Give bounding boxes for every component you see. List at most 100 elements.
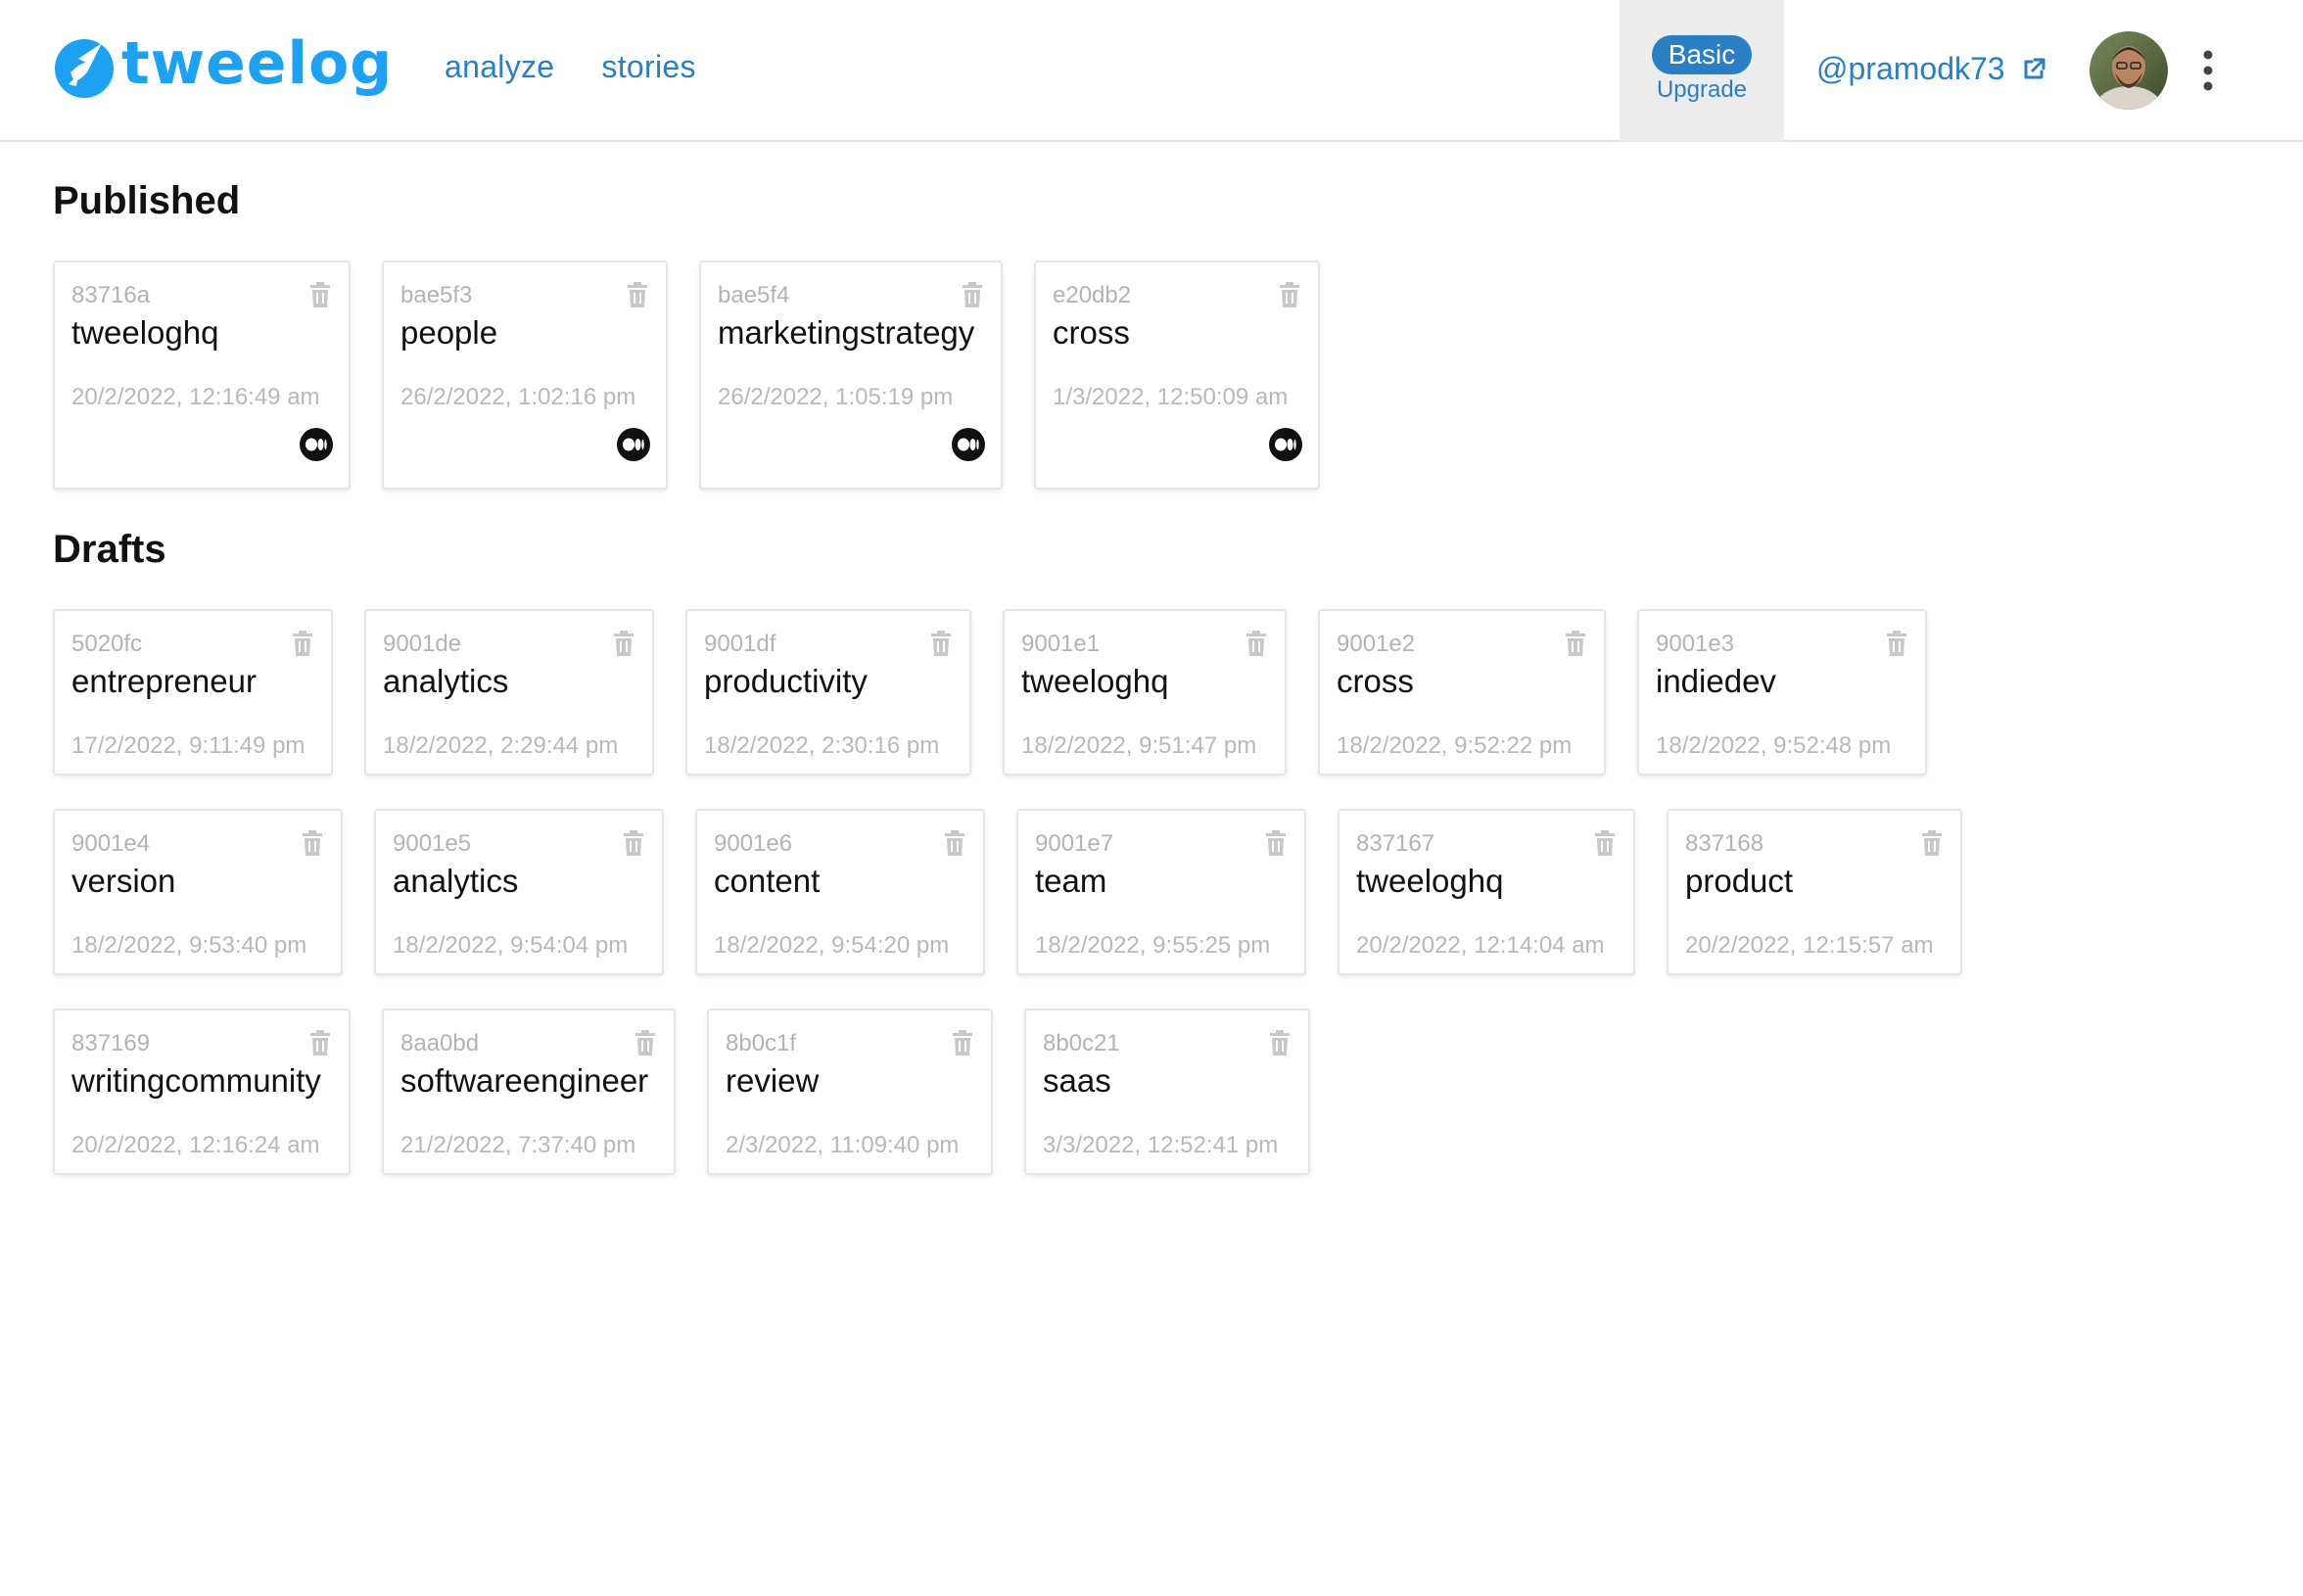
card-hashtag: review	[726, 1062, 820, 1099]
trash-icon[interactable]	[930, 631, 952, 656]
card-id: 8b0c1f	[726, 1030, 797, 1056]
card-date: 1/3/2022, 12:50:09 am	[1053, 384, 1289, 410]
card-date: 18/2/2022, 2:30:16 pm	[704, 732, 940, 759]
draft-card[interactable]: 5020fc entrepreneur 17/2/2022, 9:11:49 p…	[53, 609, 333, 775]
logo[interactable]: tweelog	[51, 27, 393, 106]
trash-icon[interactable]	[292, 631, 313, 656]
medium-icon[interactable]	[1269, 428, 1302, 461]
avatar[interactable]	[2090, 31, 2168, 110]
logo-text: tweelog	[121, 29, 394, 98]
card-id: 83716a	[71, 282, 151, 308]
external-link-icon	[2024, 58, 2045, 78]
medium-icon[interactable]	[300, 428, 333, 461]
top-nav: tweelog analyze stories Basic Upgrade @p…	[0, 0, 2303, 142]
card-hashtag: people	[400, 314, 498, 351]
trash-icon[interactable]	[1269, 1030, 1291, 1056]
published-card[interactable]: bae5f4 marketingstrategy 26/2/2022, 1:05…	[699, 260, 1003, 490]
card-hashtag: tweeloghq	[1021, 663, 1169, 699]
trash-icon[interactable]	[623, 830, 644, 856]
draft-card[interactable]: 9001df productivity 18/2/2022, 2:30:16 p…	[685, 609, 971, 775]
card-hashtag: productivity	[704, 663, 868, 699]
twitter-handle-link[interactable]: @pramodk73	[1816, 51, 2046, 87]
published-card[interactable]: 83716a tweeloghq 20/2/2022, 12:16:49 am	[53, 260, 351, 490]
more-vertical-icon[interactable]	[2193, 49, 2223, 92]
card-date: 3/3/2022, 12:52:41 pm	[1043, 1132, 1279, 1158]
published-card[interactable]: e20db2 cross 1/3/2022, 12:50:09 am	[1034, 260, 1320, 490]
trash-icon[interactable]	[627, 282, 648, 307]
card-date: 18/2/2022, 9:53:40 pm	[71, 932, 307, 959]
card-hashtag: entrepreneur	[71, 663, 257, 699]
medium-icon[interactable]	[617, 428, 650, 461]
card-id: 5020fc	[71, 631, 143, 657]
draft-card[interactable]: 9001e6 content 18/2/2022, 9:54:20 pm	[695, 809, 985, 975]
card-id: 8aa0bd	[400, 1030, 480, 1056]
trash-icon[interactable]	[962, 282, 983, 307]
card-hashtag: writingcommunity	[71, 1062, 321, 1099]
trash-icon[interactable]	[309, 282, 331, 307]
draft-card[interactable]: 9001e1 tweeloghq 18/2/2022, 9:51:47 pm	[1003, 609, 1287, 775]
card-id: 837167	[1356, 830, 1435, 857]
draft-card[interactable]: 9001de analytics 18/2/2022, 2:29:44 pm	[364, 609, 654, 775]
draft-card[interactable]: 9001e5 analytics 18/2/2022, 9:54:04 pm	[374, 809, 664, 975]
card-id: 9001e3	[1656, 631, 1735, 657]
card-hashtag: cross	[1053, 314, 1130, 351]
draft-card[interactable]: 8b0c1f review 2/3/2022, 11:09:40 pm	[707, 1009, 993, 1175]
card-hashtag: marketingstrategy	[718, 314, 975, 351]
draft-card[interactable]: 9001e7 team 18/2/2022, 9:55:25 pm	[1016, 809, 1306, 975]
trash-icon[interactable]	[1565, 631, 1586, 656]
card-hashtag: product	[1685, 863, 1794, 899]
published-heading: Published	[53, 179, 241, 222]
nav-stories[interactable]: stories	[601, 49, 695, 85]
card-id: 9001e4	[71, 830, 151, 857]
draft-card[interactable]: 837168 product 20/2/2022, 12:15:57 am	[1667, 809, 1962, 975]
trash-icon[interactable]	[1886, 631, 1907, 656]
published-card[interactable]: bae5f3 people 26/2/2022, 1:02:16 pm	[382, 260, 668, 490]
draft-card[interactable]: 9001e3 indiedev 18/2/2022, 9:52:48 pm	[1637, 609, 1927, 775]
trash-icon[interactable]	[1594, 830, 1616, 856]
trash-icon[interactable]	[944, 830, 965, 856]
trash-icon[interactable]	[309, 1030, 331, 1056]
trash-icon[interactable]	[613, 631, 634, 656]
card-date: 26/2/2022, 1:05:19 pm	[718, 384, 954, 410]
trash-icon[interactable]	[1921, 830, 1943, 856]
card-hashtag: team	[1035, 863, 1107, 899]
nav-analyze[interactable]: analyze	[445, 49, 554, 85]
card-id: 9001e7	[1035, 830, 1114, 857]
draft-card[interactable]: 837167 tweeloghq 20/2/2022, 12:14:04 am	[1338, 809, 1635, 975]
trash-icon[interactable]	[634, 1030, 656, 1056]
trash-icon[interactable]	[1265, 830, 1287, 856]
card-date: 18/2/2022, 9:52:48 pm	[1656, 732, 1892, 759]
plan-box[interactable]: Basic Upgrade	[1620, 0, 1784, 142]
draft-card[interactable]: 9001e4 version 18/2/2022, 9:53:40 pm	[53, 809, 343, 975]
card-hashtag: content	[714, 863, 821, 899]
card-id: 9001e5	[393, 830, 472, 857]
upgrade-link[interactable]: Upgrade	[1620, 76, 1784, 104]
card-id: bae5f3	[400, 282, 473, 308]
card-id: 837168	[1685, 830, 1764, 857]
trash-icon[interactable]	[1246, 631, 1267, 656]
card-id: e20db2	[1053, 282, 1132, 308]
card-date: 18/2/2022, 9:54:04 pm	[393, 932, 629, 959]
draft-card[interactable]: 837169 writingcommunity 20/2/2022, 12:16…	[53, 1009, 351, 1175]
card-date: 20/2/2022, 12:15:57 am	[1685, 932, 1934, 959]
card-hashtag: tweeloghq	[71, 314, 219, 351]
drafts-heading: Drafts	[53, 528, 166, 571]
logo-icon	[55, 39, 114, 98]
card-date: 26/2/2022, 1:02:16 pm	[400, 384, 636, 410]
trash-icon[interactable]	[1279, 282, 1300, 307]
trash-icon[interactable]	[302, 830, 323, 856]
card-date: 20/2/2022, 12:14:04 am	[1356, 932, 1605, 959]
card-date: 20/2/2022, 12:16:24 am	[71, 1132, 320, 1158]
card-hashtag: analytics	[393, 863, 519, 899]
trash-icon[interactable]	[952, 1030, 973, 1056]
draft-card[interactable]: 9001e2 cross 18/2/2022, 9:52:22 pm	[1318, 609, 1606, 775]
card-id: 9001e6	[714, 830, 793, 857]
card-date: 17/2/2022, 9:11:49 pm	[71, 732, 306, 759]
plan-badge: Basic	[1652, 35, 1752, 74]
draft-card[interactable]: 8b0c21 saas 3/3/2022, 12:52:41 pm	[1024, 1009, 1310, 1175]
card-id: bae5f4	[718, 282, 790, 308]
main-nav: analyze stories	[445, 49, 696, 85]
medium-icon[interactable]	[952, 428, 985, 461]
draft-card[interactable]: 8aa0bd softwareengineer 21/2/2022, 7:37:…	[382, 1009, 676, 1175]
card-id: 8b0c21	[1043, 1030, 1120, 1056]
